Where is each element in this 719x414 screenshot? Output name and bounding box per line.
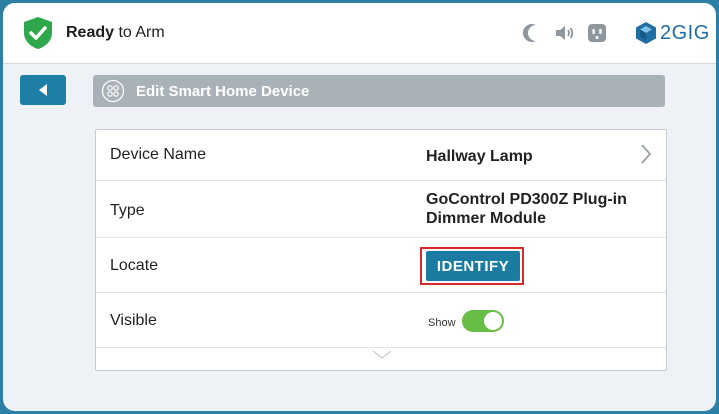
show-toggle-label: Show xyxy=(428,317,456,329)
back-arrow-icon xyxy=(39,84,47,96)
device-name-value: Hallway Lamp xyxy=(426,148,533,165)
brand-name: 2GIG xyxy=(660,21,710,44)
visible-label: Visible xyxy=(110,312,157,329)
row-locate: Locate xyxy=(96,238,666,293)
row-device-name[interactable]: Device Name Hallway Lamp xyxy=(96,130,666,181)
device-name-label: Device Name xyxy=(110,146,207,163)
2gig-logo-icon xyxy=(636,22,656,44)
chevron-down-icon[interactable] xyxy=(372,350,392,360)
type-value: GoControl PD300Z Plug-in Dimmer Module xyxy=(426,190,627,228)
outlet-icon[interactable] xyxy=(586,22,608,44)
row-type: Type GoControl PD300Z Plug-in Dimmer Mod… xyxy=(96,181,666,238)
visible-toggle[interactable] xyxy=(462,310,504,332)
moon-icon[interactable] xyxy=(522,22,544,44)
arm-status-rest: to Arm xyxy=(114,24,165,41)
locate-label: Locate xyxy=(110,257,159,274)
arm-status-text: Ready to Arm xyxy=(66,24,165,42)
brand-logo: 2GIG xyxy=(635,18,710,48)
row-visible: Visible xyxy=(96,293,666,348)
device-settings-panel: Device Name Hallway Lamp Type GoControl … xyxy=(95,129,667,371)
page-titlebar: Edit Smart Home Device xyxy=(93,75,665,107)
chevron-right-icon[interactable] xyxy=(640,143,652,165)
type-label: Type xyxy=(110,202,145,219)
arm-status-bold: Ready xyxy=(66,24,115,41)
back-button[interactable] xyxy=(20,75,66,105)
identify-button[interactable]: IDENTIFY xyxy=(426,251,520,281)
app-window: Ready to Arm 2GIG Edit Smart Home Device… xyxy=(3,3,716,411)
toggle-knob xyxy=(484,312,502,330)
smart-home-device-icon xyxy=(101,79,125,103)
type-value-line1: GoControl PD300Z Plug-in xyxy=(426,191,627,208)
status-bar: Ready to Arm 2GIG xyxy=(3,3,716,64)
shield-check-icon xyxy=(24,17,52,49)
page-title: Edit Smart Home Device xyxy=(136,83,310,100)
type-value-line2: Dimmer Module xyxy=(426,210,547,227)
speaker-icon[interactable] xyxy=(553,22,575,44)
